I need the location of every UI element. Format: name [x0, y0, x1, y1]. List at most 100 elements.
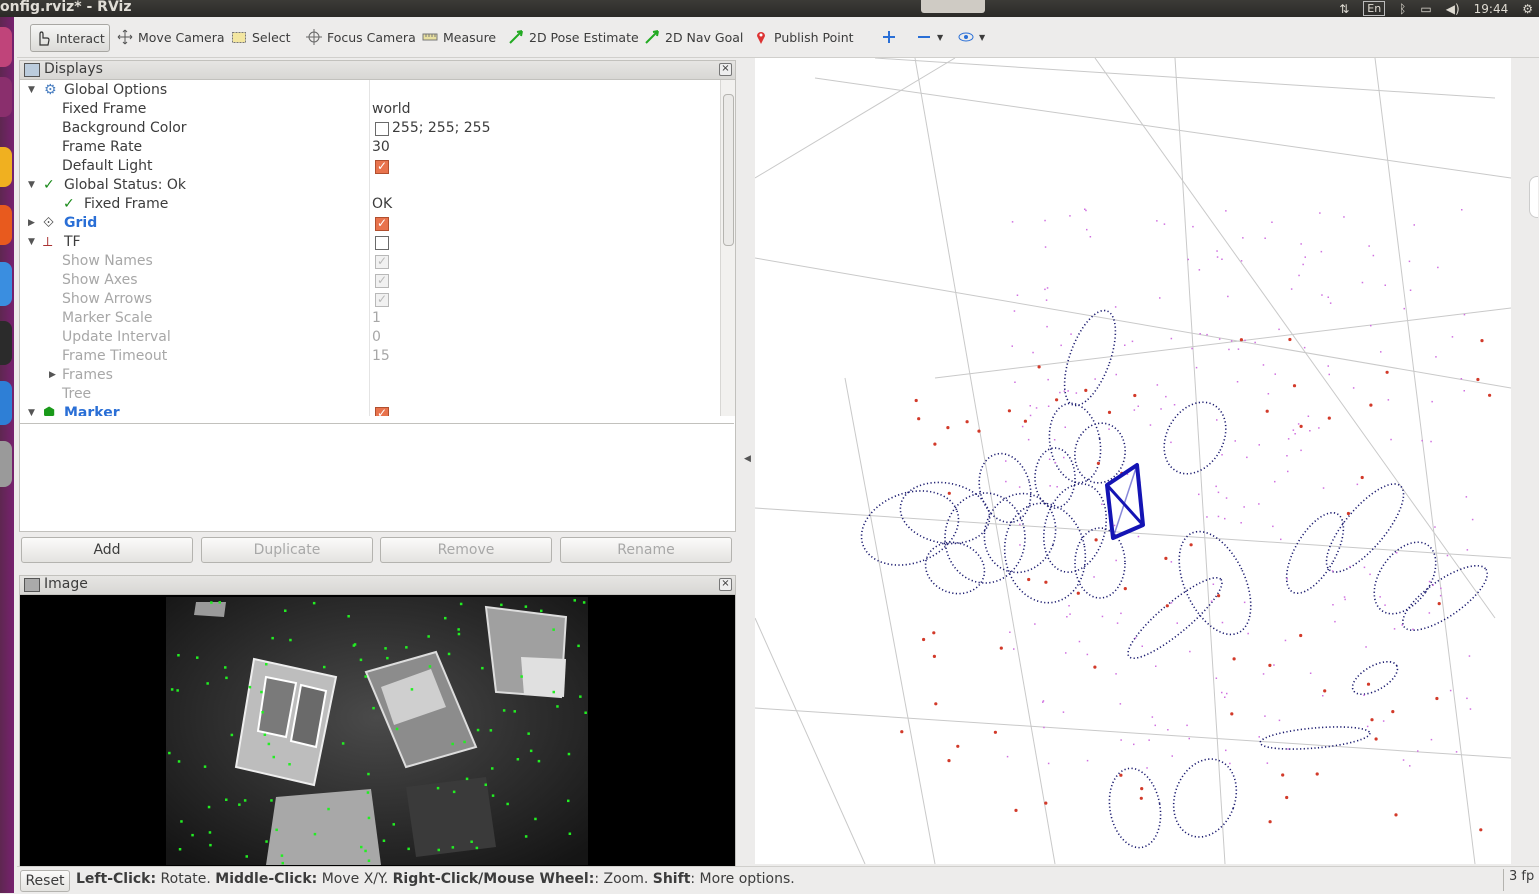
feature-point — [168, 751, 171, 755]
select-tool[interactable]: Select — [227, 24, 295, 50]
tree-row-update-interval[interactable]: Update Interval 0 — [20, 328, 720, 347]
tree-row-global-status[interactable]: ▼ ✓ Global Status: Ok — [20, 176, 720, 195]
launcher-terminal-icon[interactable] — [0, 321, 12, 365]
map-point — [1141, 645, 1143, 647]
marker-checkbox[interactable] — [375, 404, 389, 416]
map-point — [1243, 601, 1246, 604]
map-point — [1237, 348, 1240, 350]
map-point — [1349, 565, 1351, 568]
default-light-checkbox[interactable] — [375, 157, 389, 176]
tree-row-frame-timeout[interactable]: Frame Timeout 15 — [20, 347, 720, 366]
interact-tool[interactable]: Interact — [30, 24, 110, 52]
bluetooth-icon[interactable]: ᛒ — [1399, 2, 1406, 16]
volume-icon[interactable]: ◀) — [1446, 2, 1460, 16]
frame-rate-value[interactable]: 30 — [372, 138, 390, 157]
grid-checkbox[interactable] — [375, 214, 389, 233]
marker-scale-value[interactable]: 1 — [372, 309, 381, 328]
keyframe-marker — [1239, 338, 1243, 342]
tree-row-default-light[interactable]: Default Light — [20, 157, 720, 176]
map-point — [1244, 339, 1246, 342]
3d-scene[interactable] — [755, 58, 1511, 864]
tree-row-background-color[interactable]: Background Color 255; 255; 255 — [20, 119, 720, 138]
scrollbar-thumb[interactable] — [723, 94, 734, 246]
expand-arrow-icon[interactable]: ▼ — [28, 404, 35, 416]
tree-row-show-axes[interactable]: Show Axes — [20, 271, 720, 290]
network-icon[interactable]: ⇅ — [1339, 2, 1349, 16]
tree-row-fixed-frame[interactable]: Fixed Frame world — [20, 100, 720, 119]
map-point — [1435, 356, 1437, 358]
tf-checkbox[interactable] — [375, 236, 389, 250]
publish-point-tool[interactable]: Publish Point — [749, 24, 858, 50]
window-controls[interactable] — [921, 0, 985, 13]
tree-row-tree[interactable]: Tree — [20, 385, 720, 404]
tree-row-tf[interactable]: ▼ ⟂ TF — [20, 233, 720, 252]
feature-point — [524, 835, 528, 838]
launcher-app-icon[interactable] — [0, 441, 12, 487]
expand-arrow-icon[interactable]: ▼ — [28, 81, 35, 100]
3d-render-view[interactable] — [755, 58, 1511, 864]
collapse-arrow-icon[interactable]: ▶ — [49, 366, 56, 385]
launcher-app-icon[interactable] — [0, 147, 12, 187]
show-axes-checkbox[interactable] — [375, 271, 389, 290]
battery-icon[interactable]: ▭ — [1420, 2, 1431, 16]
pose-estimate-tool[interactable]: 2D Pose Estimate — [504, 24, 643, 50]
tree-row-status-fixed-frame[interactable]: ✓ Fixed Frame OK — [20, 195, 720, 214]
status-bar: Reset Left-Click: Rotate. Middle-Click: … — [17, 866, 1539, 894]
rename-button[interactable]: Rename — [560, 537, 732, 563]
tree-row-frame-rate[interactable]: Frame Rate 30 — [20, 138, 720, 157]
update-interval-value[interactable]: 0 — [372, 328, 381, 347]
remove-button[interactable]: Remove — [380, 537, 552, 563]
launcher-app-icon[interactable] — [0, 205, 12, 245]
clock[interactable]: 19:44 — [1474, 2, 1509, 16]
map-point — [1460, 378, 1463, 380]
measure-tool[interactable]: Measure — [418, 24, 500, 50]
add-button[interactable]: Add — [21, 537, 193, 563]
tree-row-show-arrows[interactable]: Show Arrows — [20, 290, 720, 309]
duplicate-button[interactable]: Duplicate — [201, 537, 373, 563]
add-tool-button[interactable] — [877, 24, 901, 50]
power-icon[interactable]: ⚙ — [1522, 2, 1533, 16]
nav-goal-tool[interactable]: 2D Nav Goal — [640, 24, 747, 50]
focus-camera-tool[interactable]: Focus Camera — [302, 24, 420, 50]
expand-arrow-icon[interactable]: ▼ — [28, 176, 35, 195]
panel-splitter[interactable]: ◀ — [739, 58, 755, 864]
launcher-app-icon[interactable] — [0, 27, 12, 67]
keyboard-layout[interactable]: En — [1363, 1, 1386, 16]
tree-row-global-options[interactable]: ▼ ⚙ Global Options — [20, 81, 720, 100]
tree-label: Global Options — [64, 82, 168, 98]
show-arrows-checkbox[interactable] — [375, 290, 389, 309]
expand-arrow-icon[interactable]: ▼ — [28, 233, 35, 252]
map-point — [1432, 584, 1434, 586]
map-point — [1417, 750, 1419, 752]
close-icon[interactable]: × — [719, 63, 732, 76]
background-color-value[interactable]: 255; 255; 255 — [392, 119, 491, 138]
dock-handle[interactable] — [1529, 176, 1538, 218]
tree-row-show-names[interactable]: Show Names — [20, 252, 720, 271]
collapse-arrow-icon[interactable]: ▶ — [28, 214, 35, 233]
map-point — [1160, 408, 1162, 410]
window-title: onfig.rviz* - RViz — [0, 0, 132, 15]
system-tray: ⇅ En ᛒ ▭ ◀) 19:44 ⚙ — [1339, 0, 1533, 17]
trajectory-loop — [1351, 660, 1399, 696]
displays-scrollbar[interactable] — [720, 80, 735, 416]
feature-point — [567, 752, 571, 756]
view-options-button[interactable]: ▼ — [954, 24, 989, 50]
color-swatch[interactable] — [375, 122, 389, 136]
tree-row-marker[interactable]: ▼ ⬢ Marker — [20, 404, 720, 416]
move-camera-tool[interactable]: Move Camera — [113, 24, 229, 50]
close-icon[interactable]: × — [719, 578, 732, 591]
launcher-app-icon[interactable] — [0, 262, 12, 306]
tree-row-grid[interactable]: ▶ ⟐ Grid — [20, 214, 720, 233]
remove-tool-button[interactable]: ▼ — [912, 24, 947, 50]
tree-row-marker-scale[interactable]: Marker Scale 1 — [20, 309, 720, 328]
collapse-left-icon[interactable]: ◀ — [744, 454, 751, 464]
map-point — [1085, 209, 1087, 212]
fixed-frame-value[interactable]: world — [372, 100, 411, 119]
launcher-app-icon[interactable] — [0, 77, 12, 117]
show-names-checkbox[interactable] — [375, 252, 389, 271]
frame-timeout-value[interactable]: 15 — [372, 347, 390, 366]
reset-button[interactable]: Reset — [20, 870, 70, 892]
launcher-app-icon[interactable] — [0, 381, 12, 425]
keyframe-marker — [1476, 377, 1480, 382]
tree-row-frames[interactable]: ▶ Frames — [20, 366, 720, 385]
